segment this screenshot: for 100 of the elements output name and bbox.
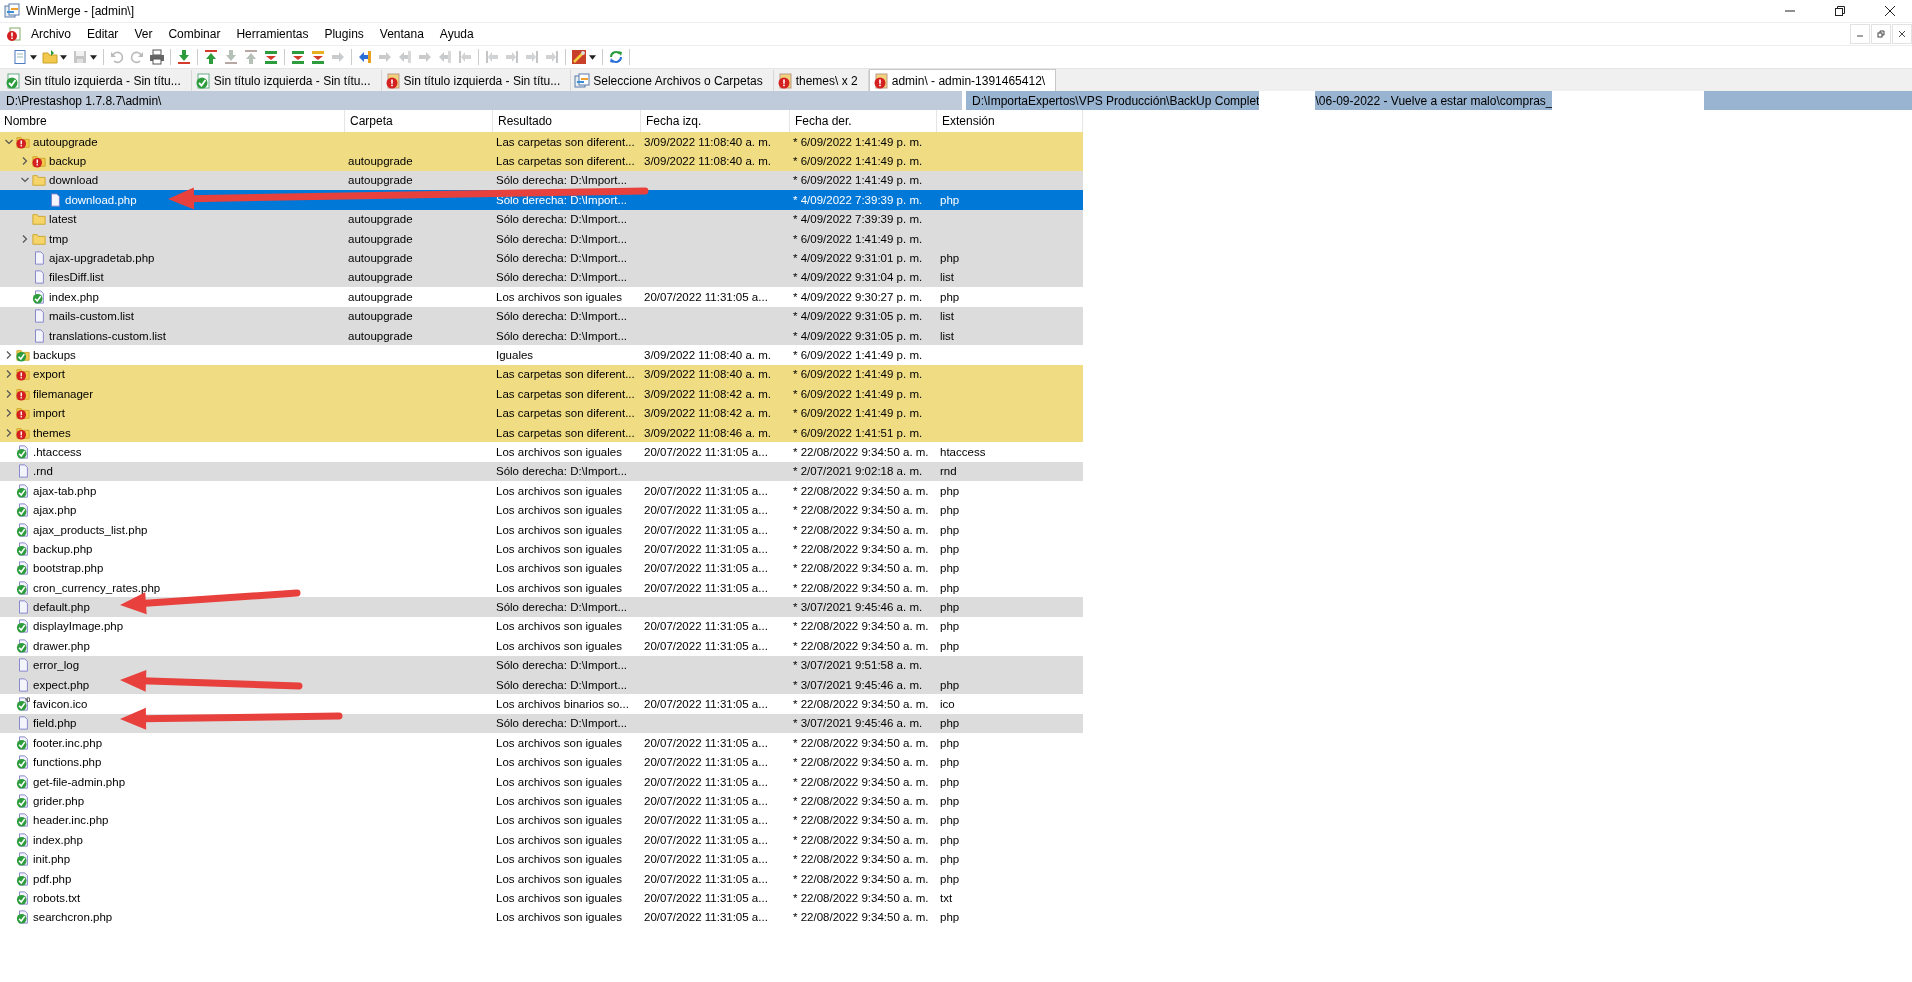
left-date: 20/07/2022 11:31:05 a... <box>644 639 768 652</box>
left-date: 3/09/2022 11:08:40 a. m. <box>644 368 772 381</box>
table-row[interactable]: export Las carpetas son diferent... 3/09/2022 11:08:40 a. m. * 6/09/2022 1:41:49 p. m. <box>0 364 1083 385</box>
right-date: * 3/07/2021 9:45:46 a. m. <box>793 601 923 614</box>
extension-text: php <box>940 581 960 594</box>
menu-item[interactable]: Editar <box>78 27 126 41</box>
left-date: 20/07/2022 11:31:05 a... <box>644 620 768 633</box>
expand-icon[interactable] <box>5 370 13 379</box>
file-name: robots.txt <box>33 891 81 904</box>
right-date: * 22/08/2022 9:34:50 a. m. <box>793 698 929 710</box>
expand-icon[interactable] <box>5 351 13 359</box>
extension-text: php <box>940 290 960 303</box>
extension-text: php <box>940 717 960 730</box>
file-name: drawer.php <box>33 639 90 652</box>
restore-icon[interactable] <box>1834 5 1846 17</box>
file-name: grider.php <box>33 794 85 807</box>
redacted-area <box>1259 91 1316 110</box>
dropdown-icon[interactable] <box>589 54 596 60</box>
right-date: * 22/08/2022 9:34:50 a. m. <box>793 794 929 807</box>
print-icon[interactable] <box>149 49 165 65</box>
right-date: * 4/09/2022 7:39:39 p. m. <box>793 213 923 226</box>
down-arrow-icon[interactable] <box>176 49 192 65</box>
menu-item[interactable]: Archivo <box>22 27 78 41</box>
table-row[interactable]: default.php Sólo derecha: D:\Import... * 3/07/2021 9:45:46 a. m. php <box>0 597 1083 617</box>
file-name: searchcron.php <box>33 911 113 924</box>
file-name: .rnd <box>33 465 53 478</box>
menu-item[interactable]: Ventana <box>370 27 431 41</box>
table-row[interactable]: translations-custom.list autoupgrade Sólo derecha: D:\Import... * 4/09/2022 9:31:05 p. m. list <box>0 325 1083 346</box>
table-row[interactable]: backup autoupgrade Las carpetas son diferent... 3/09/2022 11:08:40 a. m. * 6/09/2022 1:41:49 p. m. <box>0 151 1083 171</box>
table-row[interactable]: .rnd Sólo derecha: D:\Import... * 2/07/2021 9:02:18 a. m. rnd <box>0 461 1083 482</box>
result-text: Las carpetas son diferent... <box>496 387 635 400</box>
right-date: * 6/09/2022 1:41:49 p. m. <box>793 349 923 361</box>
file-name: index.php <box>33 833 83 846</box>
result-text: Sólo derecha: D:\Import... <box>496 174 628 187</box>
table-row[interactable]: tmp autoupgrade Sólo derecha: D:\Import... * 6/09/2022 1:41:49 p. m. <box>0 228 1083 249</box>
merge-icon[interactable] <box>290 49 306 65</box>
result-text: Las carpetas son diferent... <box>496 426 635 439</box>
table-row[interactable]: mails-custom.list autoupgrade Sólo derecha: D:\Import... * 4/09/2022 9:31:05 p. m. list <box>0 306 1083 326</box>
right-date: * 22/08/2022 9:34:50 a. m. <box>793 639 929 652</box>
menu-item[interactable]: Herramientas <box>227 27 316 41</box>
left-date: 20/07/2022 11:31:05 a... <box>644 504 768 517</box>
result-text: Los archivos son iguales <box>496 504 622 517</box>
right-date: * 2/07/2021 9:02:18 a. m. <box>793 465 923 478</box>
table-row[interactable]: import Las carpetas son diferent... 3/09/2022 11:08:42 a. m. * 6/09/2022 1:41:49 p. m. <box>0 403 1083 423</box>
right-date: * 22/08/2022 9:34:50 a. m. <box>793 581 929 594</box>
table-row[interactable]: filemanager Las carpetas son diferent... 3/09/2022 11:08:42 a. m. * 6/09/2022 1:41:49 p. m. <box>0 384 1083 404</box>
new-document-icon[interactable] <box>12 49 28 65</box>
extension-text: php <box>940 620 960 633</box>
dropdown-icon[interactable] <box>90 54 97 60</box>
close-icon[interactable] <box>1884 5 1896 17</box>
table-row[interactable]: themes Las carpetas son diferent... 3/09/2022 11:08:46 a. m. * 6/09/2022 1:41:51 p. m. <box>0 422 1083 443</box>
file-name: init.php <box>33 853 71 866</box>
collapse-icon[interactable] <box>21 176 29 185</box>
extension-text: php <box>940 678 960 691</box>
left-arrow-icon[interactable] <box>357 49 373 65</box>
result-text: Los archivos son iguales <box>496 794 622 807</box>
table-row[interactable]: filesDiff.list autoupgrade Sólo derecha: D:\Import... * 4/09/2022 9:31:04 p. m. list <box>0 267 1083 288</box>
left-date: 3/09/2022 11:08:42 a. m. <box>644 387 772 400</box>
merge-icon[interactable] <box>310 49 326 65</box>
file-name: displayImage.php <box>33 620 124 633</box>
table-row[interactable]: ajax-upgradetab.php autoupgrade Sólo derecha: D:\Import... * 4/09/2022 9:31:01 p. m. php <box>0 248 1083 268</box>
result-text: Sólo derecha: D:\Import... <box>496 252 628 265</box>
menu-item[interactable]: Combinar <box>159 27 228 41</box>
up-arrow-icon[interactable] <box>203 49 219 65</box>
result-text: Los archivos son iguales <box>496 756 622 769</box>
menu-item[interactable]: Plugins <box>315 27 371 41</box>
right-date: * 6/09/2022 1:41:49 p. m. <box>793 407 923 420</box>
right-date: * 22/08/2022 9:34:50 a. m. <box>793 872 929 885</box>
left-date: 3/09/2022 11:08:40 a. m. <box>644 135 772 148</box>
expand-icon[interactable] <box>5 409 13 418</box>
tools-icon[interactable] <box>571 49 587 65</box>
folder-text: autoupgrade <box>348 290 413 303</box>
left-date: 3/09/2022 11:08:40 a. m. <box>644 155 772 168</box>
table-row[interactable]: latest autoupgrade Sólo derecha: D:\Import... * 4/09/2022 7:39:39 p. m. <box>0 209 1083 229</box>
document-tab[interactable]: admin\ - admin-1391465412\ <box>868 69 1057 91</box>
right-date: * 22/08/2022 9:34:50 a. m. <box>793 775 929 788</box>
minimize-icon[interactable] <box>1850 24 1870 44</box>
merge-icon[interactable] <box>263 49 279 65</box>
result-text: Iguales <box>496 349 534 361</box>
menu-item[interactable]: Ayuda <box>430 27 481 41</box>
folder-text: autoupgrade <box>348 329 413 342</box>
dropdown-icon[interactable] <box>30 54 37 60</box>
result-text: Los archivos son iguales <box>496 523 622 536</box>
extension-text: php <box>940 756 960 769</box>
collapse-icon[interactable] <box>5 137 13 146</box>
table-row[interactable]: autoupgrade Las carpetas son diferent... 3/09/2022 11:08:40 a. m. * 6/09/2022 1:41:49 p. m. <box>0 132 1083 152</box>
left-date: 20/07/2022 11:31:05 a... <box>644 581 768 594</box>
left-date: 20/07/2022 11:31:05 a... <box>644 445 768 458</box>
app-icon <box>4 3 20 19</box>
file-name: expect.php <box>33 678 90 691</box>
dropdown-icon[interactable] <box>60 54 67 60</box>
expand-icon[interactable] <box>21 234 29 243</box>
expand-icon[interactable] <box>5 428 13 437</box>
refresh-icon[interactable] <box>608 49 624 65</box>
right-date: * 4/09/2022 9:31:01 p. m. <box>793 252 923 265</box>
expand-icon[interactable] <box>5 389 13 398</box>
extension-text: php <box>940 193 960 206</box>
menu-item[interactable]: Ver <box>125 27 160 41</box>
expand-icon[interactable] <box>21 157 29 166</box>
table-row[interactable]: error_log Sólo derecha: D:\Import... * 3/07/2021 9:51:58 a. m. <box>0 655 1083 675</box>
